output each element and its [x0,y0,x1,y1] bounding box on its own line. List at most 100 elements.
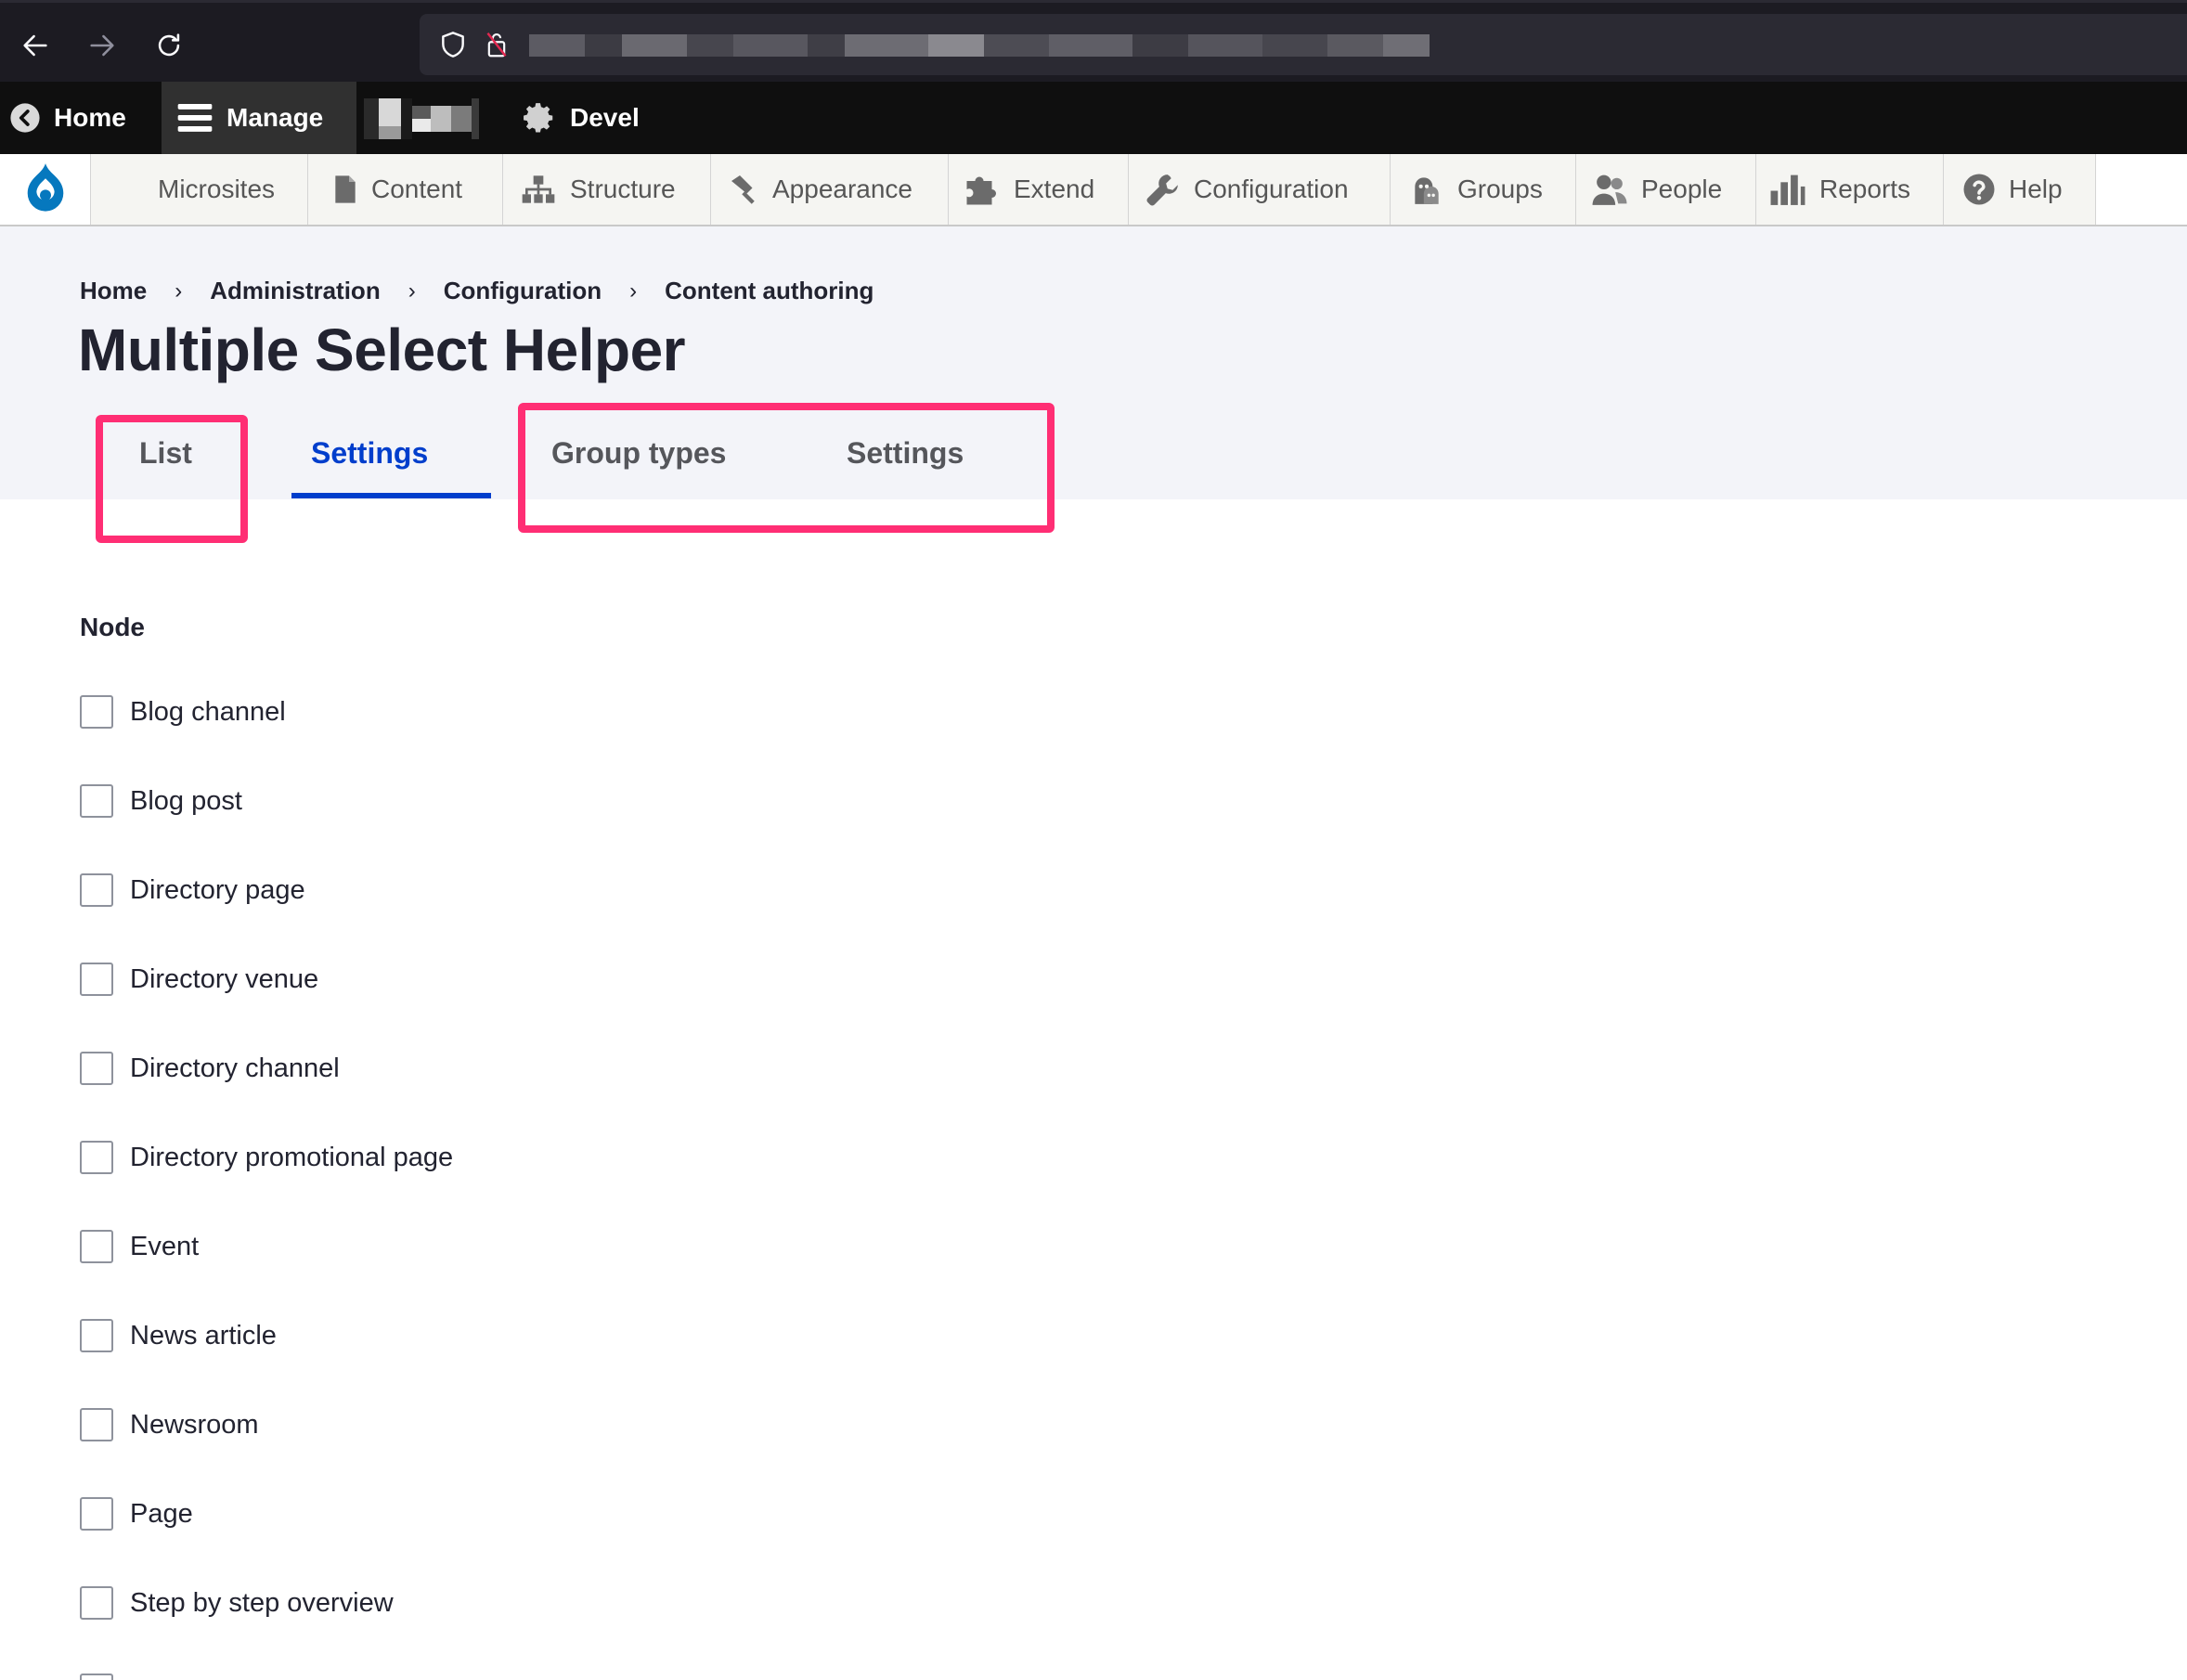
sitemap-icon [522,175,555,203]
menu-appearance[interactable]: Appearance [711,154,949,225]
checkbox-label[interactable]: Page [130,1499,193,1530]
bar-chart-icon [1770,174,1805,205]
toolbar-manage-tab[interactable]: Manage [162,82,356,154]
url-text-blurred [529,34,1430,57]
checkbox-label[interactable]: Newsroom [130,1410,259,1441]
checkbox-option[interactable]: Blog channel [80,693,286,730]
checkbox-label[interactable]: Directory venue [130,964,318,995]
reload-button[interactable] [147,23,191,68]
back-button[interactable] [13,23,58,68]
help-question-icon [1963,174,1995,205]
menu-spacer [2096,154,2187,225]
toolbar-manage-label: Manage [226,103,324,132]
checkbox-option[interactable]: Newsroom [80,1406,259,1443]
menu-microsites[interactable]: Microsites [91,154,308,225]
checkbox-option[interactable]: Page [80,1495,193,1532]
menu-groups[interactable]: Groups [1391,154,1576,225]
checkbox-option[interactable]: News article [80,1317,277,1354]
menu-help[interactable]: Help [1944,154,2096,225]
breadcrumb-separator: › [175,278,183,304]
people-icon [1592,174,1627,205]
checkbox-label[interactable]: Directory promotional page [130,1143,453,1173]
menu-groups-label: Groups [1457,174,1543,203]
document-icon [335,175,356,203]
shield-icon [442,32,464,58]
menu-people-label: People [1641,174,1723,203]
hamburger-menu-icon [177,104,213,132]
paintbrush-icon [731,175,755,204]
checkbox-input[interactable] [80,1052,113,1085]
menu-configuration[interactable]: Configuration [1129,154,1391,225]
checkbox-input[interactable] [80,784,113,818]
breadcrumb-configuration[interactable]: Configuration [444,277,602,305]
puzzle-piece-icon [966,176,996,205]
toolbar-devel-label: Devel [570,103,640,132]
highlight-box-list-tab [96,415,248,543]
checkbox-input[interactable] [80,963,113,996]
toolbar-devel-link[interactable]: Devel [522,82,640,154]
menu-structure[interactable]: Structure [503,154,711,225]
redacted-toolbar-item[interactable] [364,98,479,139]
checkbox-option[interactable]: Directory page [80,872,305,909]
insecure-lock-icon [486,32,507,58]
address-bar[interactable] [420,14,2187,75]
checkbox-input[interactable] [80,1408,113,1441]
groups-icon [1415,177,1439,204]
checkbox-label[interactable]: News article [130,1321,277,1351]
admin-toolbar: Home Manage Devel [0,82,2187,154]
back-arrow-icon [23,34,47,57]
admin-menu-tray: Microsites Content Structure Appearance … [0,154,2187,226]
back-circle-icon [10,103,40,133]
checkbox-label[interactable]: Event [130,1232,199,1262]
forward-button[interactable] [80,23,124,68]
toolbar-home-link[interactable]: Home [9,82,126,154]
checkbox-input[interactable] [80,695,113,729]
checkbox-label[interactable]: Directory channel [130,1053,340,1084]
checkbox-label[interactable]: Step by step overview [130,1588,394,1619]
checkbox-label[interactable]: Blog post [130,786,242,817]
checkbox-label[interactable]: Directory page [130,875,305,906]
menu-reports[interactable]: Reports [1756,154,1944,225]
section-title-node: Node [80,613,145,641]
breadcrumb-home[interactable]: Home [80,277,147,305]
menu-appearance-label: Appearance [772,174,913,203]
wrench-icon [1146,174,1178,206]
checkbox-option[interactable]: Event [80,1228,199,1265]
menu-extend[interactable]: Extend [949,154,1129,225]
reload-icon [158,33,180,57]
checkbox-input[interactable] [80,1497,113,1531]
breadcrumb: Home › Administration › Configuration › … [80,277,874,305]
highlight-box-secondary-tabs [518,403,1055,533]
checkbox-option[interactable]: Directory venue [80,961,318,998]
tab-settings[interactable]: Settings [311,436,428,471]
checkbox-input[interactable] [80,873,113,907]
breadcrumb-content-authoring[interactable]: Content authoring [665,277,874,305]
breadcrumb-administration[interactable]: Administration [210,277,380,305]
menu-content[interactable]: Content [308,154,503,225]
checkbox-option[interactable]: Directory promotional page [80,1139,453,1176]
checkbox-option[interactable]: Directory channel [80,1050,340,1087]
checkbox-input[interactable] [80,1230,113,1263]
menu-structure-label: Structure [570,174,676,203]
checkbox-option[interactable]: Step by step overview [80,1584,394,1622]
breadcrumb-separator: › [408,278,416,304]
drupal-drop-icon [27,163,63,212]
checkbox-input[interactable] [80,1141,113,1174]
menu-configuration-label: Configuration [1194,174,1349,203]
toolbar-home-label: Home [54,103,126,132]
browser-toolbar [0,0,2187,82]
checkbox-input-partial[interactable] [80,1674,113,1680]
drupal-logo-link[interactable] [0,154,91,225]
checkbox-option[interactable]: Blog post [80,782,242,820]
breadcrumb-separator: › [629,278,638,304]
menu-extend-label: Extend [1014,174,1095,203]
checkbox-input[interactable] [80,1319,113,1352]
menu-help-label: Help [2009,174,2063,203]
checkbox-input[interactable] [80,1586,113,1620]
menu-people[interactable]: People [1576,154,1756,225]
checkbox-label[interactable]: Blog channel [130,697,286,728]
menu-reports-label: Reports [1819,174,1911,203]
menu-content-label: Content [371,174,463,203]
menu-microsites-label: Microsites [158,174,276,203]
gear-icon [524,103,553,133]
